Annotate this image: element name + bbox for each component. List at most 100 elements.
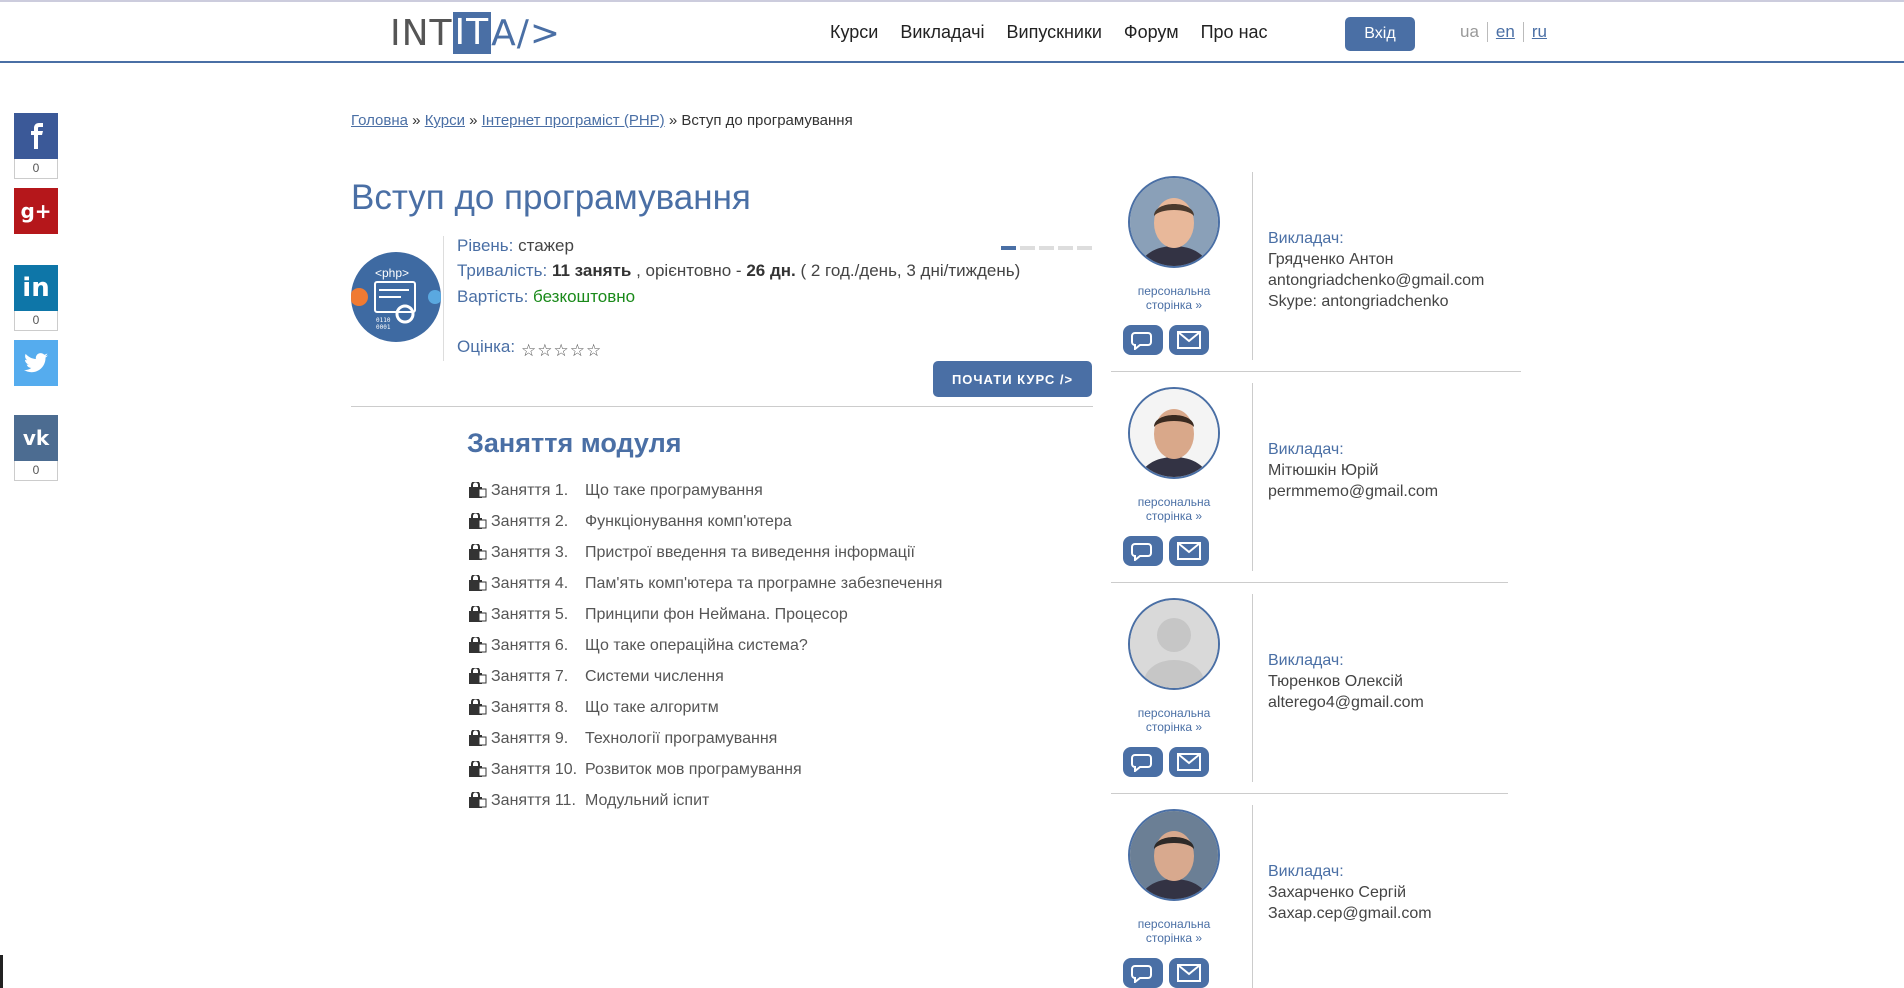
lesson-title[interactable]: Розвиток мов програмування	[585, 761, 802, 779]
teacher-info: Викладач: Мітюшкін Юрій permmemo@gmail.com	[1268, 439, 1438, 502]
nav-graduates[interactable]: Випускники	[1007, 22, 1102, 43]
lesson-item[interactable]: Заняття 8. Що таке алгоритм	[468, 692, 942, 723]
teacher-avatar[interactable]	[1128, 598, 1220, 690]
breadcrumb-courses[interactable]: Курси	[425, 112, 465, 129]
lesson-title[interactable]: Принципи фон Неймана. Процесор	[585, 606, 848, 624]
logo-part-right: A/>	[491, 12, 562, 54]
teacher-separator	[1111, 793, 1508, 794]
teacher-info: Викладач: Тюренков Олексій alterego4@gmail…	[1268, 650, 1424, 713]
personal-page-link[interactable]: персональна сторінка »	[1121, 706, 1227, 734]
lesson-item[interactable]: Заняття 6. Що таке операційна система?	[468, 630, 942, 661]
lesson-title[interactable]: Пам'ять комп'ютера та програмне забезпеч…	[585, 575, 942, 593]
svg-text:0110: 0110	[376, 317, 391, 324]
lesson-title[interactable]: Що таке операційна система?	[585, 637, 808, 655]
teacher-divider	[1252, 383, 1253, 571]
lesson-number: Заняття 10.	[491, 760, 578, 778]
lesson-item[interactable]: Заняття 11. Модульний іспит	[468, 785, 942, 816]
duration-note: ( 2 год./день, 3 дні/тиждень)	[800, 261, 1021, 280]
email-button[interactable]	[1169, 536, 1209, 566]
teacher-avatar[interactable]	[1128, 387, 1220, 479]
teacher-email: Захар.сер@gmail.com	[1268, 905, 1432, 922]
lock-icon	[468, 666, 487, 685]
breadcrumb: Головна » Курси » Інтернет програміст (P…	[351, 112, 853, 129]
lock-icon	[468, 697, 487, 716]
nav-about[interactable]: Про нас	[1201, 22, 1268, 43]
lesson-item[interactable]: Заняття 9. Технології програмування	[468, 723, 942, 754]
breadcrumb-course[interactable]: Інтернет програміст (PHP)	[482, 112, 665, 129]
lesson-item[interactable]: Заняття 10. Розвиток мов програмування	[468, 754, 942, 785]
chat-button[interactable]	[1123, 958, 1163, 988]
chat-button[interactable]	[1123, 325, 1163, 355]
teacher-avatar[interactable]	[1128, 176, 1220, 268]
duration-days: 26 дн.	[746, 261, 796, 280]
teacher-card: персональна сторінка » Викладач: Мітюшкін …	[1111, 383, 1521, 583]
svg-text:0001: 0001	[376, 324, 391, 331]
course-level: Рівень: стажер	[457, 236, 574, 256]
lesson-item[interactable]: Заняття 1. Що таке програмування	[468, 475, 942, 506]
personal-page-link[interactable]: персональна сторінка »	[1121, 495, 1227, 523]
lang-en[interactable]: en	[1486, 22, 1523, 42]
lesson-title[interactable]: Що таке алгоритм	[585, 699, 719, 717]
share-vk[interactable]: vk 0	[14, 415, 58, 481]
chat-icon	[1131, 332, 1152, 350]
share-twitter[interactable]	[14, 340, 58, 386]
breadcrumb-home[interactable]: Головна	[351, 112, 408, 129]
email-button[interactable]	[1169, 325, 1209, 355]
email-button[interactable]	[1169, 747, 1209, 777]
nav-forum[interactable]: Форум	[1124, 22, 1179, 43]
teacher-email: alterego4@gmail.com	[1268, 694, 1424, 711]
chat-button[interactable]	[1123, 747, 1163, 777]
lesson-number: Заняття 3.	[491, 543, 569, 561]
teacher-name: Захарченко Сергій	[1268, 884, 1407, 901]
breadcrumb-sep: »	[469, 112, 478, 129]
teacher-email: antongriadchenko@gmail.com	[1268, 272, 1485, 289]
lesson-title[interactable]: Пристрої введення та виведення інформаці…	[585, 544, 915, 562]
lock-icon	[468, 635, 487, 654]
price-label: Вартість:	[457, 287, 529, 306]
login-button[interactable]: Вхід	[1345, 17, 1415, 51]
lesson-item[interactable]: Заняття 7. Системи числення	[468, 661, 942, 692]
module-title: Заняття модуля	[467, 428, 682, 458]
lock-icon	[468, 511, 487, 530]
personal-page-link[interactable]: персональна сторінка »	[1121, 917, 1227, 945]
nav-teachers[interactable]: Викладачі	[900, 22, 984, 43]
share-linkedin[interactable]: in 0	[14, 265, 58, 331]
teacher-label: Викладач:	[1268, 863, 1344, 880]
chat-button[interactable]	[1123, 536, 1163, 566]
nav-courses[interactable]: Курси	[830, 22, 878, 43]
chat-icon	[1131, 965, 1152, 983]
lesson-item[interactable]: Заняття 5. Принципи фон Неймана. Процесор	[468, 599, 942, 630]
lang-ru[interactable]: ru	[1522, 22, 1555, 42]
chat-icon	[1131, 543, 1152, 561]
lesson-number: Заняття 4.	[491, 574, 569, 592]
php-icon-label: <php>	[375, 266, 410, 280]
lesson-item[interactable]: Заняття 2. Функціонування комп'ютера	[468, 506, 942, 537]
start-course-button[interactable]: ПОЧАТИ КУРС />	[933, 361, 1092, 397]
share-facebook[interactable]: 0	[14, 113, 58, 179]
twitter-icon	[14, 340, 58, 386]
info-divider	[443, 236, 444, 361]
lesson-title[interactable]: Технології програмування	[585, 730, 777, 748]
gplus-icon: g+	[14, 188, 58, 234]
intita-logo[interactable]: INT IT A/>	[390, 12, 561, 54]
teacher-info: Викладач: Захарченко Сергій Захар.сер@gmai…	[1268, 861, 1432, 924]
duration-lessons: 11 занять	[551, 261, 632, 280]
php-course-icon: 0110 0001 <php>	[351, 252, 441, 342]
lesson-item[interactable]: Заняття 4. Пам'ять комп'ютера та програмн…	[468, 568, 942, 599]
level-step	[1039, 246, 1054, 250]
lesson-title[interactable]: Що таке програмування	[585, 482, 763, 500]
lesson-item[interactable]: Заняття 3. Пристрої введення та виведення…	[468, 537, 942, 568]
breadcrumb-sep: »	[412, 112, 421, 129]
lesson-title[interactable]: Модульний іспит	[585, 792, 709, 810]
teacher-divider	[1252, 172, 1253, 360]
lesson-title[interactable]: Функціонування комп'ютера	[585, 513, 792, 531]
rating-stars[interactable]: ☆☆☆☆☆	[521, 341, 602, 361]
lesson-title[interactable]: Системи числення	[585, 668, 724, 686]
teacher-avatar[interactable]	[1128, 809, 1220, 901]
email-button[interactable]	[1169, 958, 1209, 988]
personal-page-link[interactable]: персональна сторінка »	[1121, 284, 1227, 312]
teacher-label: Викладач:	[1268, 230, 1344, 247]
teacher-name: Мітюшкін Юрій	[1268, 462, 1379, 479]
share-gplus[interactable]: g+	[14, 188, 58, 234]
breadcrumb-current: Вступ до програмування	[681, 112, 853, 129]
